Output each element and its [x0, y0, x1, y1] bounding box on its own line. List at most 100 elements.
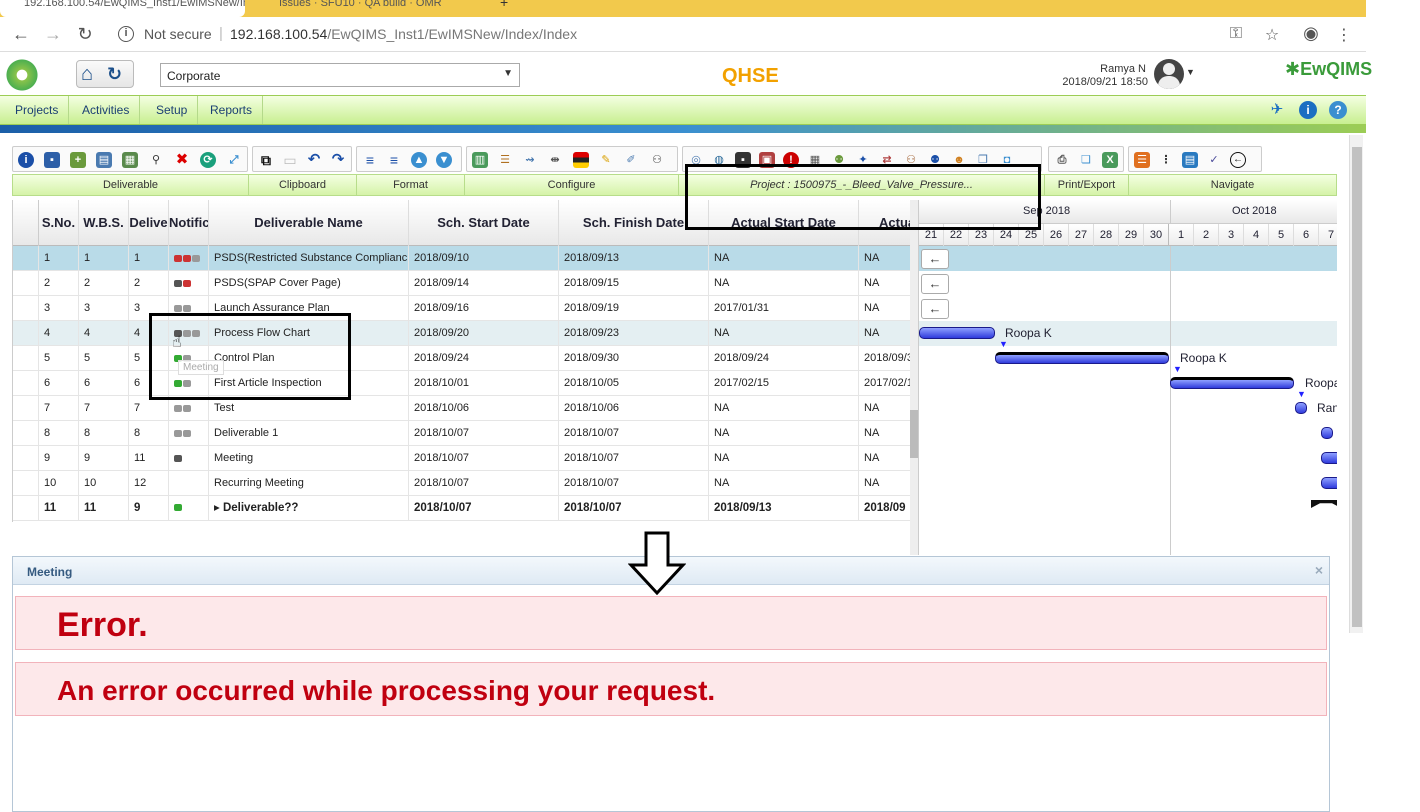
export-doc-icon[interactable]: ❏: [1078, 152, 1094, 168]
redo-icon[interactable]: ↷: [330, 152, 346, 168]
menu-setup[interactable]: Setup: [146, 96, 199, 124]
gantt-task-bar[interactable]: [1321, 427, 1333, 439]
table-row[interactable]: 11 11 9 ▸ Deliverable?? 2018/10/07 2018/10/07…: [13, 496, 913, 521]
gantt-task-bar[interactable]: [995, 352, 1169, 364]
gantt-task-bar[interactable]: [1295, 402, 1307, 414]
info-circle-icon[interactable]: i: [1299, 101, 1317, 119]
scroll-to-task-icon[interactable]: ←: [921, 274, 949, 294]
edit-icon[interactable]: ✎: [598, 152, 614, 168]
flag-icon[interactable]: [573, 152, 589, 168]
notification-icon[interactable]: [192, 254, 200, 262]
menu-reports[interactable]: Reports: [200, 96, 264, 124]
export-icon[interactable]: ▦: [122, 152, 138, 168]
sync-icon[interactable]: ⟳: [200, 152, 216, 168]
close-icon[interactable]: ×: [1315, 562, 1323, 578]
reload-icon[interactable]: ↻: [74, 23, 96, 45]
list-icon[interactable]: ☰: [1134, 152, 1150, 168]
avatar[interactable]: [1154, 59, 1184, 89]
forward-icon[interactable]: →: [42, 23, 64, 45]
col-notification[interactable]: Notific: [169, 200, 209, 246]
columns-icon[interactable]: ▥: [472, 152, 488, 168]
table-row[interactable]: 5 5 5 Control Plan 2018/09/24 2018/09/30 2018/…: [13, 346, 913, 371]
gantt-task-bar[interactable]: [1321, 477, 1337, 489]
scroll-to-task-icon[interactable]: ←: [921, 249, 949, 269]
menu-activities[interactable]: Activities: [72, 96, 141, 124]
browser-tab-active[interactable]: 192.168.100.54/EwQIMS_Inst1/EwIMSNew/Ind…: [0, 0, 245, 17]
indent-icon[interactable]: ≡: [386, 152, 402, 168]
caret-down-icon[interactable]: ▼: [1186, 67, 1195, 77]
gantt-task-bar[interactable]: [919, 327, 995, 339]
copy-icon[interactable]: ⧉: [258, 152, 274, 168]
team-icon[interactable]: ⚇: [649, 152, 665, 168]
table-row[interactable]: 1 1 1 PSDS(Restricted Substance Complianc 20…: [13, 246, 913, 271]
clipboard-icon[interactable]: ▤: [1182, 152, 1198, 168]
refresh-icon[interactable]: ↻: [107, 64, 122, 85]
table-row[interactable]: 7 7 7 Test 2018/10/06 2018/10/06 NA NA: [13, 396, 913, 421]
move-up-icon[interactable]: ▲: [411, 152, 427, 168]
notification-icon[interactable]: [174, 279, 182, 287]
expand-caret-icon[interactable]: ▸: [214, 502, 223, 514]
scroll-thumb[interactable]: [910, 410, 918, 458]
notification-icon[interactable]: [174, 254, 182, 262]
col-wbs[interactable]: W.B.S.: [79, 200, 129, 246]
notification-icon[interactable]: [183, 404, 191, 412]
back-circle-icon[interactable]: ←: [1230, 152, 1246, 168]
help-icon[interactable]: ?: [1329, 101, 1347, 119]
undo-icon[interactable]: ↶: [306, 152, 322, 168]
notification-icon[interactable]: [174, 429, 182, 437]
gantt-task-bar[interactable]: [1321, 452, 1337, 464]
page-scrollbar[interactable]: [1349, 135, 1363, 633]
dependency-icon[interactable]: ⇹: [547, 152, 563, 168]
document-icon[interactable]: ▤: [96, 152, 112, 168]
notification-icon[interactable]: [183, 254, 191, 262]
gantt-task-bar[interactable]: [1170, 377, 1294, 389]
notification-icon[interactable]: [174, 454, 182, 462]
menu-kebab-icon[interactable]: ⋮: [1334, 25, 1354, 45]
move-down-icon[interactable]: ▼: [436, 152, 452, 168]
star-icon[interactable]: ☆: [1262, 25, 1282, 45]
notification-icon[interactable]: [183, 304, 191, 312]
print-icon[interactable]: ⎙: [1054, 152, 1070, 168]
profile-icon[interactable]: ◉: [1301, 23, 1321, 44]
key-icon[interactable]: ⚿: [1226, 25, 1246, 43]
grid-scrollbar[interactable]: [910, 200, 918, 555]
notification-icon[interactable]: [174, 504, 182, 512]
browser-tab-issues[interactable]: Issues · SFU10 · QA build · OMR: [255, 0, 485, 17]
outdent-icon[interactable]: ≡: [362, 152, 378, 168]
table-row[interactable]: 6 6 6 First Article Inspection 2018/10/01 201…: [13, 371, 913, 396]
notification-icon[interactable]: [183, 429, 191, 437]
table-row[interactable]: 10 10 12 Recurring Meeting 2018/10/07 2018/10…: [13, 471, 913, 496]
notification-icon[interactable]: [174, 404, 182, 412]
table-row[interactable]: 2 2 2 PSDS(SPAP Cover Page) 2018/09/14 2018/0…: [13, 271, 913, 296]
new-tab-icon[interactable]: +: [500, 0, 516, 17]
col-deliverable-name[interactable]: Deliverable Name: [209, 200, 409, 246]
page-scroll-thumb[interactable]: [1352, 147, 1362, 627]
expand-icon[interactable]: ⤢: [226, 152, 242, 168]
table-row[interactable]: 4 4 4 Process Flow Chart 2018/09/20 2018/09/2…: [13, 321, 913, 346]
notification-icon[interactable]: [174, 304, 182, 312]
scroll-to-task-icon[interactable]: ←: [921, 299, 949, 319]
checklist-icon[interactable]: ✓: [1206, 152, 1222, 168]
paste-icon[interactable]: ▭: [282, 152, 298, 168]
menu-projects[interactable]: Projects: [5, 96, 70, 124]
home-icon[interactable]: ⌂: [81, 63, 93, 86]
link-icon[interactable]: ⇝: [522, 152, 538, 168]
note-icon[interactable]: ✐: [623, 152, 639, 168]
excel-icon[interactable]: X: [1102, 152, 1118, 168]
back-icon[interactable]: ←: [10, 23, 32, 45]
col-deliverable-no[interactable]: Delive: [129, 200, 169, 246]
chart-bars-icon[interactable]: ☰: [497, 152, 513, 168]
col-sch-start[interactable]: Sch. Start Date: [409, 200, 559, 246]
table-row[interactable]: 8 8 8 Deliverable 1 2018/10/07 2018/10/07 NA NA: [13, 421, 913, 446]
organization-select[interactable]: Corporate ▼: [160, 63, 520, 87]
notification-icon[interactable]: [183, 279, 191, 287]
info-icon[interactable]: i: [118, 26, 134, 42]
delete-icon[interactable]: ✖: [174, 152, 190, 168]
pin-icon[interactable]: ✈: [1268, 101, 1286, 119]
info-icon[interactable]: i: [18, 152, 34, 168]
save-icon[interactable]: ▪: [44, 152, 60, 168]
tree-icon[interactable]: ⋮: [1158, 152, 1174, 168]
table-row[interactable]: 3 3 3 Launch Assurance Plan 2018/09/16 2018/0…: [13, 296, 913, 321]
col-sno[interactable]: S.No.: [39, 200, 79, 246]
table-row[interactable]: 9 9 11 Meeting 2018/10/07 2018/10/07 NA NA: [13, 446, 913, 471]
